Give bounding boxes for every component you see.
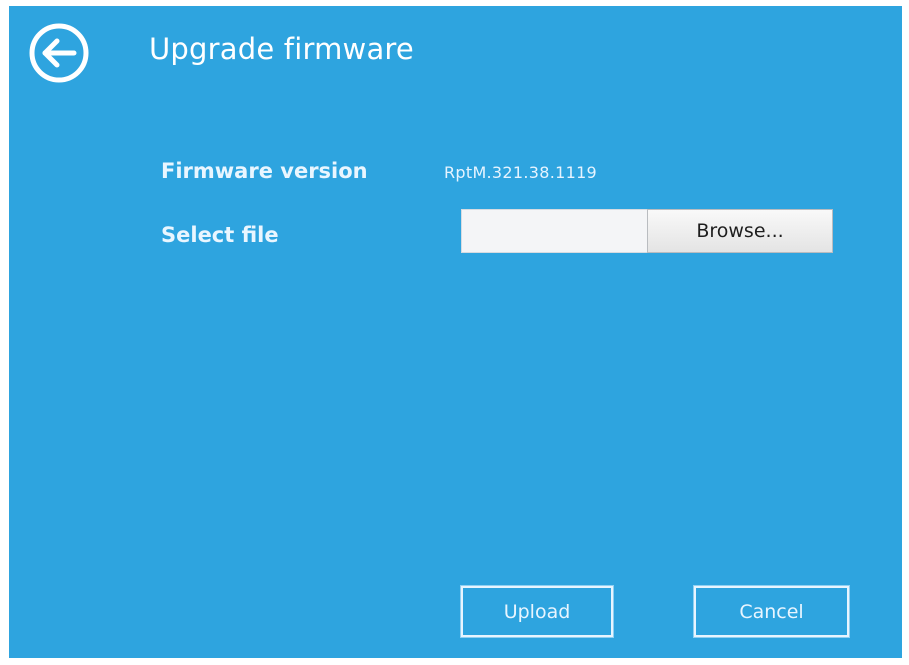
browse-button[interactable]: Browse... (647, 209, 833, 253)
file-path-input[interactable] (461, 209, 647, 253)
back-button[interactable] (26, 20, 92, 86)
upload-button[interactable]: Upload (461, 586, 613, 637)
firmware-version-label: Firmware version (161, 159, 368, 183)
page-title: Upgrade firmware (149, 32, 414, 66)
select-file-label: Select file (161, 223, 279, 247)
cancel-button[interactable]: Cancel (694, 586, 849, 637)
firmware-upgrade-panel: Upgrade firmware Firmware version RptM.3… (9, 6, 902, 658)
arrow-left-circle-icon (29, 23, 89, 83)
firmware-version-value: RptM.321.38.1119 (444, 163, 598, 182)
